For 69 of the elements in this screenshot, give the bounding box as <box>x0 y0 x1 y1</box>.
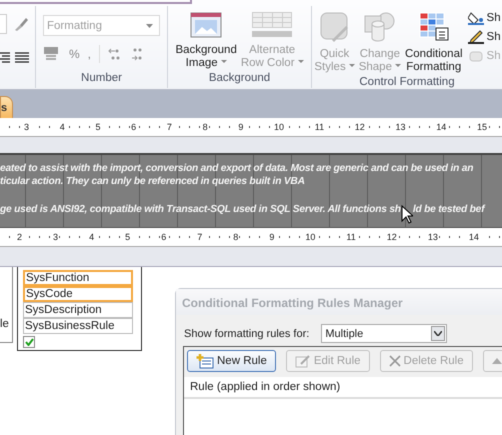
ruler-number: 13 <box>394 122 407 132</box>
checkbox[interactable] <box>23 336 35 348</box>
ruler-number: 5 <box>94 122 102 132</box>
shapes-icon <box>364 12 396 42</box>
ruler-number: 6 <box>130 122 138 132</box>
ruler-number: 3 <box>23 122 30 132</box>
field-control[interactable]: SysDescription <box>23 302 133 318</box>
ribbon-button[interactable]: Background Image <box>174 10 238 72</box>
field-label: Show formatting rules for: <box>184 328 310 340</box>
ruler-number: 10 <box>304 232 316 242</box>
ruler-number: 8 <box>232 232 240 242</box>
ruler-number: 9 <box>268 232 276 242</box>
grid-icon <box>252 12 292 38</box>
group-label: Background <box>208 72 270 86</box>
ruler-number: 15 <box>476 122 488 132</box>
justify-icon[interactable] <box>15 52 29 64</box>
paint-bucket-icon <box>468 11 484 25</box>
pencil-icon <box>468 30 484 44</box>
rule-button[interactable]: New Rule <box>187 350 276 372</box>
dialog-title: Conditional Formatting Rules Manager <box>176 289 502 315</box>
ruler-number: 12 <box>386 232 398 242</box>
ruler-number: 13 <box>426 232 439 242</box>
new-rule-icon <box>196 354 214 368</box>
ruler-number: 4 <box>58 122 66 132</box>
ruler-number: 3 <box>52 232 60 242</box>
currency-icon[interactable] <box>43 46 61 62</box>
ruler-number: 4 <box>88 232 96 242</box>
document-tab[interactable]: s <box>0 96 14 118</box>
description-text: eated to assist with the import, conversion and export of data. Most are generic and can be used in an <box>0 162 474 175</box>
ruler-number: 11 <box>345 232 357 242</box>
picture-frame-icon <box>190 12 222 38</box>
brush-icon <box>320 12 350 42</box>
column-header: Rule (applied in order shown) <box>184 377 502 399</box>
ribbon-button[interactable]: Conditional Formatting <box>404 10 464 76</box>
ruler-number: 12 <box>354 122 366 132</box>
field-control[interactable]: SysFunction <box>23 270 133 286</box>
rules-dropdown[interactable]: Multiple <box>321 324 448 343</box>
description-text: ticular action. They can unly be referenced in queries built in VBA <box>0 175 305 188</box>
group-label: Control Formatting <box>359 76 455 90</box>
delete-icon <box>388 355 401 367</box>
field-control[interactable]: SysCode <box>23 286 133 302</box>
field-control[interactable]: SysBusinessRule <box>23 318 133 334</box>
shape-effect-icon <box>468 49 484 63</box>
ruler-number: 14 <box>468 232 480 242</box>
mouse-cursor-icon <box>400 205 413 224</box>
font-size-field[interactable] <box>0 14 7 34</box>
ruler-number: 7 <box>166 122 173 132</box>
ruler-number: 14 <box>435 122 448 132</box>
align-center-icon[interactable] <box>0 52 10 64</box>
edit-icon <box>294 354 311 368</box>
ruler-number: 9 <box>237 122 244 132</box>
ruler-number: 8 <box>202 122 209 132</box>
up-arrow-icon <box>492 358 502 364</box>
ruler-number: 5 <box>124 232 132 242</box>
ruler-number: 2 <box>16 232 24 242</box>
caret-icon <box>146 24 153 28</box>
decimal-icon[interactable] <box>130 47 144 61</box>
ruler-number: 6 <box>160 232 168 242</box>
ruler-number: 10 <box>273 122 286 132</box>
ribbon-menu-item[interactable]: Sh <box>468 10 501 26</box>
group-label: Number <box>81 72 122 86</box>
description-text: ge used is ANSI92, compatible with Transact-SQL used in SQL Server. All functions sh <box>0 203 401 216</box>
ruler-number: 11 <box>314 122 326 132</box>
ruler-number: 7 <box>196 232 204 242</box>
label-control[interactable]: le <box>0 267 13 343</box>
ribbon-menu-item[interactable]: Sh <box>468 29 501 45</box>
description-text: ld be tested bef <box>412 203 484 216</box>
conditional-format-icon <box>418 12 450 42</box>
decimal-icon[interactable] <box>108 47 122 61</box>
